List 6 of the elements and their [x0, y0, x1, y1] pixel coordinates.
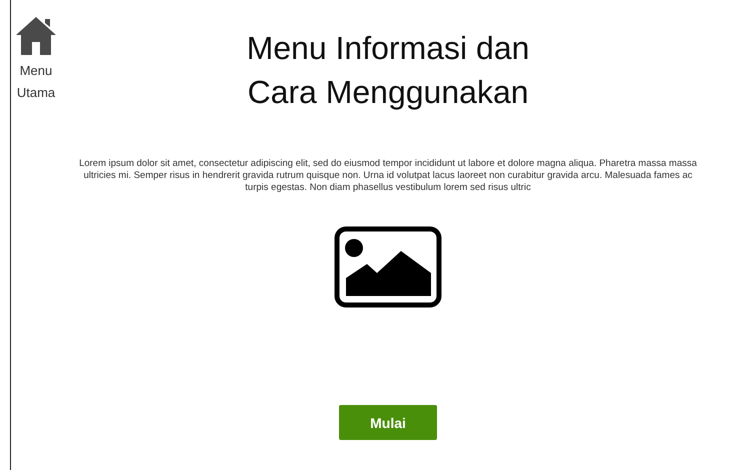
home-icon[interactable] [16, 15, 56, 55]
start-button[interactable]: Mulai [339, 405, 437, 440]
nav-label[interactable]: Menu Utama [16, 60, 56, 104]
image-icon [334, 226, 442, 308]
page-title: Menu Informasi dan Cara Menggunakan [246, 29, 530, 112]
description-text: Lorem ipsum dolor sit amet, consectetur adipiscing elit, sed do eiusmod tempor incididunt ut labore et dolore magna aliqua. Pharetra massa massa ultricies mi. Semper risus in hendrerit gravida rutrum quisque non. Urna id volutpat lacus laoreet non curabitur gravida arcu. Malesuada fames ac turpis egestas. Non diam phasellus vestibulum lorem sed risus ultric [78, 158, 698, 194]
